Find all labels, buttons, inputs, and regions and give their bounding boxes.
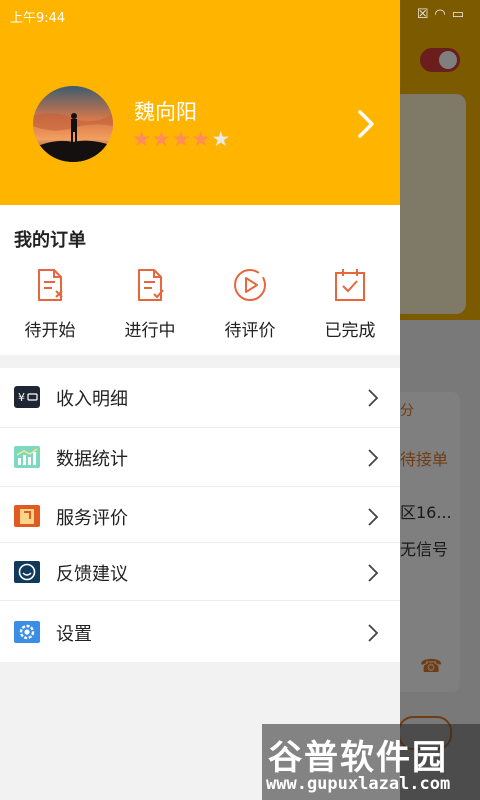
menu-label: 反馈建议 xyxy=(56,564,128,585)
chevron-right-icon xyxy=(368,508,379,526)
chevron-right-icon[interactable] xyxy=(352,108,380,140)
star-rating: ★★★★★ xyxy=(132,127,231,151)
menu-item-statistics[interactable]: 数据统计 xyxy=(0,428,400,487)
wifi-icon: ◠ xyxy=(434,7,452,22)
menu-label: 服务评价 xyxy=(56,508,128,529)
navigation-drawer: 魏向阳 ★★★★★ 我的订单 待开始 进行中 待评价 已完成 ¥ 收入明细 数据… xyxy=(0,0,400,800)
order-completed[interactable]: 已完成 xyxy=(300,265,400,345)
watermark: 谷普软件园 www.gupuxlazal.com xyxy=(262,724,480,800)
avatar[interactable] xyxy=(33,86,113,162)
svg-text:¥: ¥ xyxy=(18,391,25,404)
settings-icon xyxy=(14,621,40,643)
orders-title: 我的订单 xyxy=(14,230,86,251)
menu-label: 设置 xyxy=(56,624,92,645)
watermark-url: www.gupuxlazal.com xyxy=(266,774,451,794)
sim-icon: ☒ xyxy=(416,7,435,22)
status-bar: 上午9:44 ☒◠▭ xyxy=(0,0,480,30)
profile-header[interactable]: 魏向阳 ★★★★★ xyxy=(0,0,400,205)
order-label: 待开始 xyxy=(24,321,76,341)
chevron-right-icon xyxy=(368,624,379,642)
star-icon: ★ xyxy=(132,127,152,151)
menu-item-settings[interactable]: 设置 xyxy=(0,601,400,662)
document-x-icon xyxy=(38,269,63,301)
menu-item-feedback[interactable]: 反馈建议 xyxy=(0,543,400,601)
menu-item-service-review[interactable]: 服务评价 xyxy=(0,487,400,543)
play-circle-icon xyxy=(234,269,266,301)
my-orders-panel: 我的订单 待开始 进行中 待评价 已完成 xyxy=(0,205,400,355)
order-in-progress[interactable]: 进行中 xyxy=(100,265,200,345)
order-label: 待评价 xyxy=(224,321,276,341)
menu-label: 收入明细 xyxy=(56,389,128,410)
battery-icon: ▭ xyxy=(451,7,470,22)
chart-icon xyxy=(14,446,40,468)
wallet-icon: ¥ xyxy=(14,386,40,408)
menu-label: 数据统计 xyxy=(56,449,128,470)
menu-item-income[interactable]: ¥ 收入明细 xyxy=(0,368,400,428)
feedback-icon xyxy=(14,561,40,583)
review-icon xyxy=(14,505,40,527)
chevron-right-icon xyxy=(368,449,379,467)
status-time: 上午9:44 xyxy=(10,11,66,26)
order-label: 进行中 xyxy=(124,321,176,341)
star-icon: ★ xyxy=(151,127,172,151)
watermark-brand: 谷普软件园 xyxy=(268,738,448,778)
status-icons: ☒◠▭ xyxy=(417,7,470,22)
chevron-right-icon xyxy=(368,389,379,407)
star-icon: ★ xyxy=(171,127,192,151)
order-label: 已完成 xyxy=(324,321,376,341)
order-pending-review[interactable]: 待评价 xyxy=(200,265,300,345)
star-icon: ★ xyxy=(191,127,212,151)
calendar-check-icon xyxy=(335,269,365,301)
document-edit-icon xyxy=(138,269,164,301)
user-name: 魏向阳 xyxy=(134,100,197,124)
chevron-right-icon xyxy=(368,564,379,582)
star-empty-icon: ★ xyxy=(211,127,232,151)
order-pending-start[interactable]: 待开始 xyxy=(0,265,100,345)
menu-list: ¥ 收入明细 数据统计 服务评价 反馈建议 设置 xyxy=(0,368,400,662)
